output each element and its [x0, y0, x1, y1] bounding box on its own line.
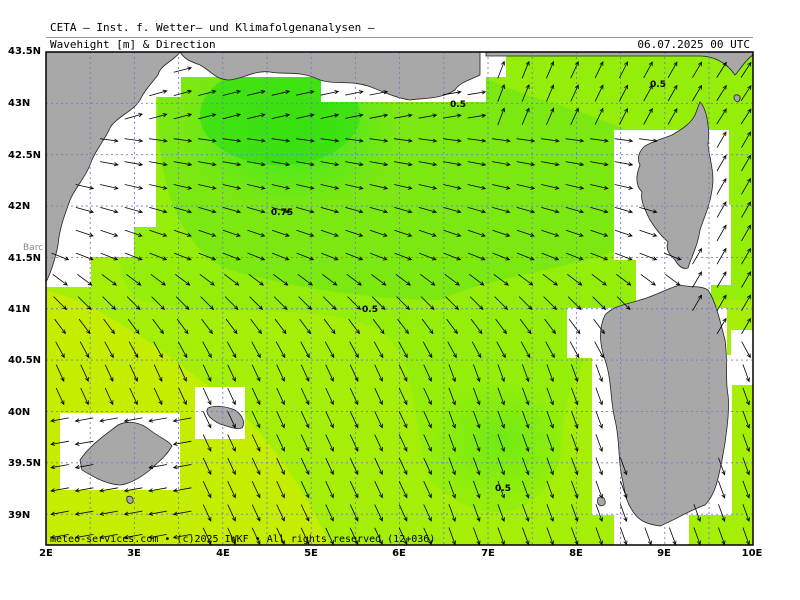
lon-label-4: 4E: [216, 548, 230, 559]
contour-label: 0.5: [650, 80, 666, 90]
lat-label-40: 40N: [8, 407, 31, 418]
lat-label-39.5: 39.5N: [8, 458, 42, 469]
land-cabrera: [126, 495, 134, 504]
lon-label-2: 2E: [39, 548, 53, 559]
lon-label-3: 3E: [127, 548, 141, 559]
lon-label-8: 8E: [569, 548, 583, 559]
contour-label: 0.75: [270, 208, 294, 218]
lon-label-9: 9E: [657, 548, 671, 559]
contour-label: 0.5: [495, 484, 511, 494]
lat-label-41: 41N: [8, 304, 31, 315]
lat-label-39: 39N: [8, 510, 31, 521]
land-coast-south-sardinia: [597, 496, 606, 507]
lon-label-6: 6E: [392, 548, 406, 559]
lon-label-7: 7E: [481, 548, 495, 559]
lat-label-43: 43N: [8, 98, 31, 109]
lat-label-42: 42N: [8, 201, 31, 212]
map-canvas: [45, 51, 754, 546]
copyright-footer: meteo-services.com • (c)2025 IWKF • All …: [50, 534, 436, 545]
contour-label: 0.5: [362, 305, 378, 315]
place-label-barcelona: Barc: [23, 243, 44, 253]
lat-label-40.5: 40.5N: [8, 355, 42, 366]
lat-label-43.5: 43.5N: [8, 46, 42, 57]
contour-label: 0.5: [450, 100, 466, 110]
lat-label-42.5: 42.5N: [8, 150, 42, 161]
lon-label-5: 5E: [304, 548, 318, 559]
lat-label-41.5: 41.5N: [8, 253, 42, 264]
lon-label-10: 10E: [741, 548, 763, 559]
